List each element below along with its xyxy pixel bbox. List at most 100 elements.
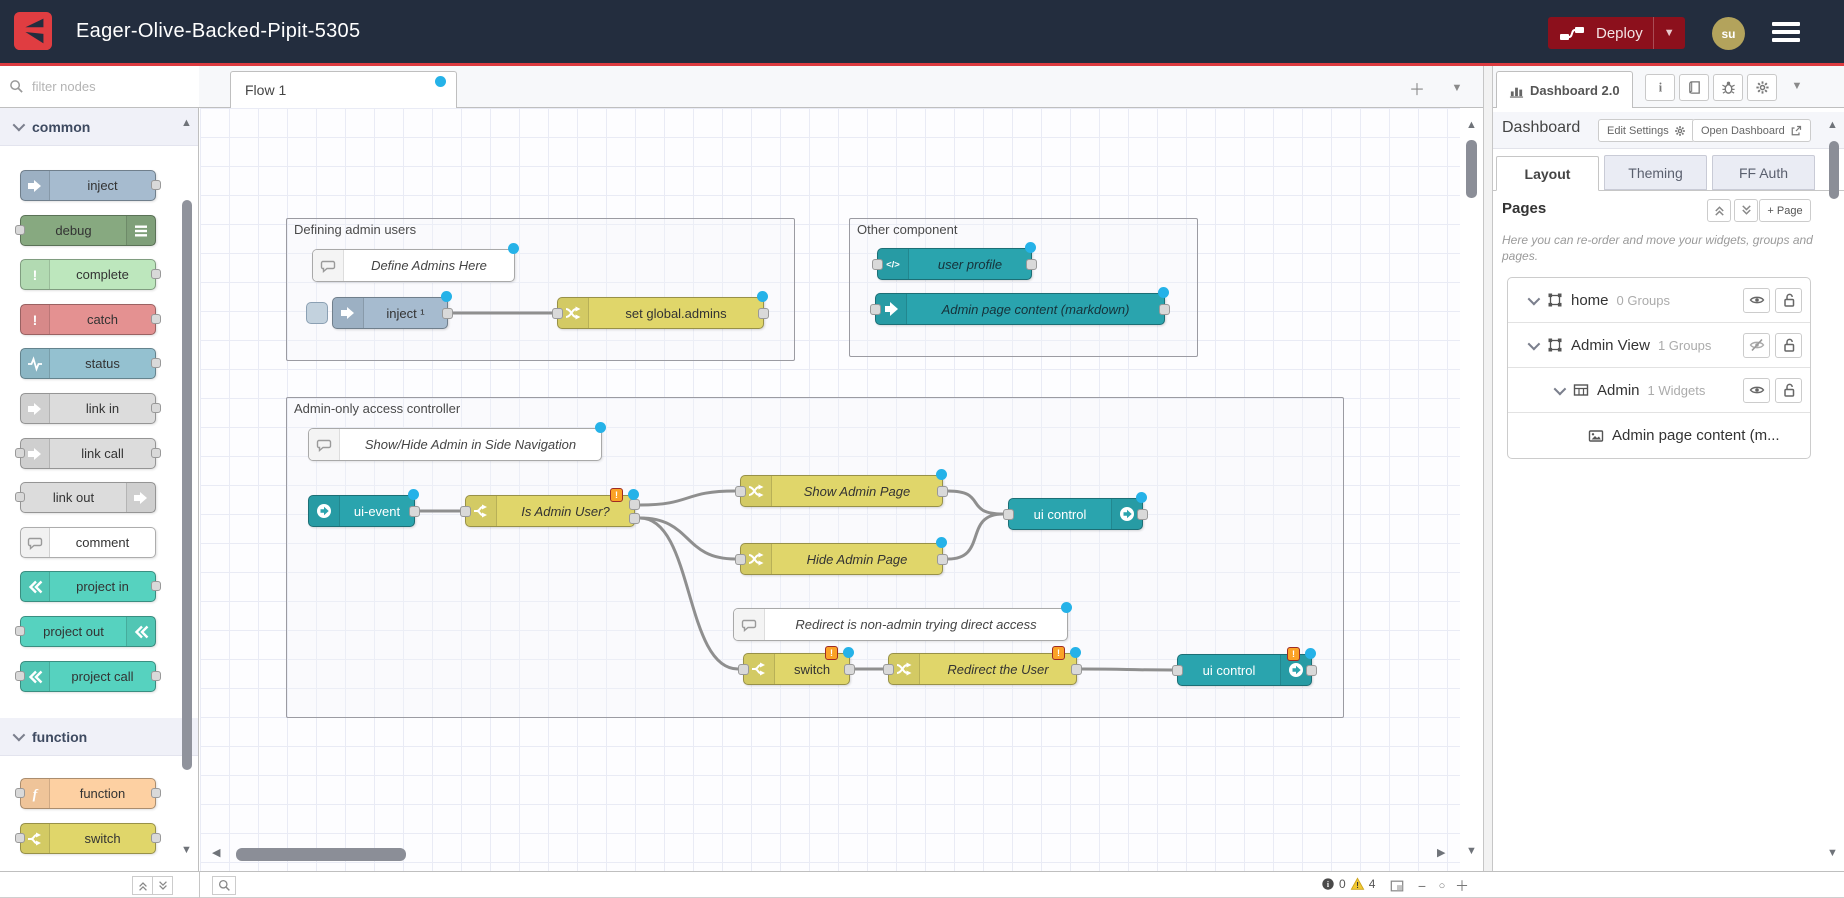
canvas-scroll-left-icon[interactable]: ◀ <box>212 848 220 859</box>
palette-node-complete[interactable]: !complete <box>20 259 156 290</box>
palette-node-inject[interactable]: inject <box>20 170 156 201</box>
lock-toggle-button[interactable] <box>1775 378 1802 403</box>
sidebar-vscroll-thumb[interactable] <box>1829 141 1839 199</box>
input-port[interactable] <box>872 259 883 270</box>
flow-group-other-component[interactable]: Other component <box>849 218 1198 357</box>
palette-node-function[interactable]: ffunction <box>20 778 156 809</box>
flow-node-switch[interactable]: switch! <box>743 653 850 685</box>
output-port[interactable] <box>151 314 161 324</box>
tab-theming[interactable]: Theming <box>1604 155 1707 190</box>
palette-scroll-down-icon[interactable]: ▼ <box>181 845 192 856</box>
add-flow-button[interactable]: ＋ <box>1405 76 1429 100</box>
flow-canvas[interactable]: Defining admin users Other componentAdmin… <box>200 108 1460 871</box>
navigator-toggle-button[interactable] <box>1386 876 1408 895</box>
sidebar-menu-caret-icon[interactable]: ▼ <box>1785 74 1809 98</box>
palette-node-debug[interactable]: debug <box>20 215 156 246</box>
palette-category-function[interactable]: function <box>0 718 199 756</box>
expand-palette-categories-button[interactable] <box>152 876 173 895</box>
input-port[interactable] <box>15 225 25 235</box>
input-port[interactable] <box>552 308 563 319</box>
palette-node-switch[interactable]: switch <box>20 823 156 854</box>
input-port[interactable] <box>1003 509 1014 520</box>
tree-row-admin[interactable]: Admin1 Widgets <box>1508 368 1810 413</box>
flow-list-caret-icon[interactable]: ▼ <box>1445 76 1469 100</box>
output-port[interactable] <box>409 506 420 517</box>
lock-toggle-button[interactable] <box>1775 288 1802 313</box>
flow-node-inject[interactable]: inject ¹ <box>332 297 448 329</box>
output-port[interactable] <box>1159 304 1170 315</box>
output-port[interactable] <box>151 788 161 798</box>
flow-node-ui-control[interactable]: ui control <box>1008 498 1143 530</box>
flow-node-is-admin-user[interactable]: Is Admin User?! <box>465 495 635 527</box>
info-sidebar-button[interactable]: i <box>1645 74 1675 101</box>
flow-node-set-global-admins[interactable]: set global.admins <box>557 297 764 329</box>
output-port[interactable] <box>758 308 769 319</box>
config-sidebar-button[interactable] <box>1747 74 1777 101</box>
tree-row-home[interactable]: home0 Groups <box>1508 278 1810 323</box>
input-port[interactable] <box>15 626 25 636</box>
deploy-button[interactable]: Deploy ▼ <box>1548 17 1685 49</box>
input-port[interactable] <box>15 448 25 458</box>
palette-node-project-in[interactable]: project in <box>20 571 156 602</box>
input-port[interactable] <box>15 671 25 681</box>
input-port[interactable] <box>1172 665 1183 676</box>
visibility-toggle-button[interactable] <box>1743 378 1770 403</box>
input-port[interactable] <box>883 664 894 675</box>
canvas-hscroll-thumb[interactable] <box>236 848 406 861</box>
search-flows-button[interactable] <box>212 876 236 895</box>
collapse-palette-categories-button[interactable] <box>132 876 153 895</box>
zoom-out-button[interactable]: − <box>1412 878 1432 894</box>
sidebar-scroll-up-icon[interactable]: ▲ <box>1827 120 1838 131</box>
output-port[interactable] <box>151 671 161 681</box>
output-port[interactable] <box>1306 665 1317 676</box>
palette-node-link-in[interactable]: link in <box>20 393 156 424</box>
deploy-caret-icon[interactable]: ▼ <box>1653 17 1685 49</box>
output-port[interactable] <box>937 554 948 565</box>
palette-node-link-call[interactable]: link call <box>20 438 156 469</box>
tab-dashboard-2[interactable]: Dashboard 2.0 <box>1496 71 1633 108</box>
output-port[interactable] <box>151 403 161 413</box>
visibility-toggle-button[interactable] <box>1743 288 1770 313</box>
comment-node-define-admins-here[interactable]: Define Admins Here <box>312 249 515 282</box>
tab-flow1[interactable]: Flow 1 <box>230 71 457 108</box>
canvas-scroll-right-icon[interactable]: ▶ <box>1437 848 1445 859</box>
output-port[interactable] <box>151 581 161 591</box>
zoom-in-button[interactable]: ＋ <box>1452 876 1472 896</box>
tab-layout[interactable]: Layout <box>1496 156 1599 191</box>
comment-node-redirect-is-non-admin-trying-direct-access[interactable]: Redirect is non-admin trying direct acce… <box>733 608 1068 641</box>
flow-node-admin-page-content-markdown[interactable]: Admin page content (markdown) <box>875 293 1165 325</box>
output-port[interactable] <box>1137 509 1148 520</box>
help-sidebar-button[interactable] <box>1679 74 1709 101</box>
palette-node-project-call[interactable]: project call <box>20 661 156 692</box>
input-port[interactable] <box>735 554 746 565</box>
visibility-toggle-hidden-button[interactable] <box>1743 333 1770 358</box>
input-port[interactable] <box>15 788 25 798</box>
palette-node-project-out[interactable]: project out <box>20 616 156 647</box>
canvas-scroll-up-icon[interactable]: ▲ <box>1466 120 1477 131</box>
palette-scrollbar-thumb[interactable] <box>182 200 192 770</box>
filter-nodes-input[interactable] <box>30 78 164 95</box>
debug-sidebar-button[interactable] <box>1713 74 1743 101</box>
chevron-down-icon[interactable] <box>1554 382 1567 395</box>
open-dashboard-button[interactable]: Open Dashboard <box>1692 119 1811 142</box>
flow-node-ui-control[interactable]: ui control! <box>1177 654 1312 686</box>
palette-node-comment[interactable]: comment <box>20 527 156 558</box>
flow-node-hide-admin-page[interactable]: Hide Admin Page <box>740 543 943 575</box>
lock-toggle-button[interactable] <box>1775 333 1802 358</box>
tab-ff-auth[interactable]: FF Auth <box>1712 155 1815 190</box>
input-port[interactable] <box>738 664 749 675</box>
tree-row-admin-view[interactable]: Admin View1 Groups <box>1508 323 1810 368</box>
inject-trigger-button[interactable] <box>306 302 328 324</box>
output-port[interactable] <box>151 180 161 190</box>
flow-node-ui-event[interactable]: ui-event <box>308 495 415 527</box>
output-port-2[interactable] <box>629 513 640 524</box>
palette-node-status[interactable]: status <box>20 348 156 379</box>
palette-node-link-out[interactable]: link out <box>20 482 156 513</box>
flow-group-defining-admin-users[interactable]: Defining admin users <box>286 218 795 361</box>
palette-scroll-up-icon[interactable]: ▲ <box>181 118 192 129</box>
move-page-up-button[interactable] <box>1707 199 1731 222</box>
sidebar-splitter[interactable] <box>1483 66 1493 898</box>
input-port[interactable] <box>15 833 25 843</box>
zoom-reset-button[interactable]: ○ <box>1432 880 1452 892</box>
output-port[interactable] <box>151 448 161 458</box>
